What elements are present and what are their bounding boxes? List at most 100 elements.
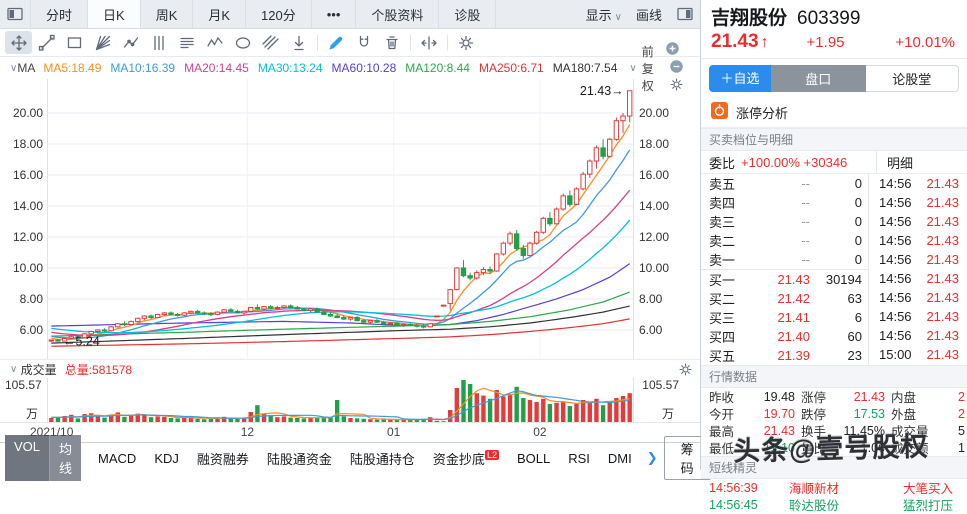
add-favorite-button[interactable]: ＋自选 — [709, 65, 771, 92]
ma-legend-items: MA5:18.49MA10:16.39MA20:14.45MA30:13.24M… — [43, 61, 626, 75]
market-field-value: 19.70 — [745, 407, 795, 421]
panel-toggle-left-icon[interactable] — [6, 5, 24, 23]
stock-name: 吉翔股份 — [711, 8, 787, 29]
trade-detail-row[interactable]: 14:5621.43 — [869, 231, 967, 250]
toolbar-separator — [447, 35, 448, 51]
trade-detail-row[interactable]: 14:5621.43 — [869, 212, 967, 231]
magnet-tool-icon[interactable] — [350, 31, 377, 54]
trash-tool-icon[interactable] — [378, 31, 405, 54]
trade-detail-row[interactable]: 14:5621.43 — [869, 288, 967, 307]
display-menu[interactable]: 显示∨ — [586, 5, 622, 24]
last-price: 21.43 — [711, 31, 759, 53]
trade-detail-row[interactable]: 14:5621.43 — [869, 174, 967, 193]
trade-detail-row[interactable]: 15:0021.43 — [869, 345, 967, 364]
order-book-levels: 卖五--0卖四--0卖三--0卖二--0卖一--0买一21.4330194买二2… — [701, 174, 869, 365]
more-indicators-arrow[interactable]: ❯ — [647, 450, 658, 466]
arrow-marker-tool-icon[interactable] — [285, 31, 312, 54]
indicator-tab-陆股通持仓[interactable]: 陆股通持仓 — [350, 449, 415, 468]
volume-chart[interactable] — [0, 378, 700, 422]
draw-line-button[interactable]: 画线 — [636, 5, 662, 24]
period-tab-周K[interactable]: 周K — [141, 0, 194, 28]
wave-tool-icon[interactable] — [201, 31, 228, 54]
kline-chart-area[interactable]: 6.006.008.008.0010.0010.0012.0012.0014.0… — [0, 79, 700, 359]
settings-tool-icon[interactable] — [452, 31, 479, 54]
zoom-in-icon[interactable] — [665, 41, 680, 56]
period-tab-分时[interactable]: 分时 — [31, 0, 88, 28]
ma-legend-item: MA20:14.45 — [184, 61, 249, 75]
period-tab-120分[interactable]: 120分 — [246, 0, 312, 28]
ellipse-tool-icon[interactable] — [229, 31, 256, 54]
ma-legend-title: MA — [17, 61, 35, 75]
order-book-row-卖二[interactable]: 卖二--0 — [701, 231, 868, 250]
period-tab-•••[interactable]: ••• — [312, 0, 357, 28]
order-book-row-买四[interactable]: 买四21.4060 — [701, 327, 868, 346]
segment-tool-icon[interactable] — [117, 31, 144, 54]
panel-toggle-right-icon[interactable] — [676, 5, 694, 23]
ma-line-MA20 — [51, 190, 629, 335]
tab-pankou[interactable]: 盘口 — [771, 65, 866, 92]
order-book-row-卖四[interactable]: 卖四--0 — [701, 193, 868, 212]
trade-detail-row[interactable]: 14:5621.43 — [869, 326, 967, 345]
order-book-row-买五[interactable]: 买五21.3923 — [701, 346, 868, 365]
trade-detail-row[interactable]: 14:5621.43 — [869, 193, 967, 212]
order-book-row-卖一[interactable]: 卖一--0 — [701, 250, 868, 269]
svg-text:6.00: 6.00 — [639, 323, 663, 337]
trendline-tool-icon[interactable] — [33, 31, 60, 54]
indicator-tab-KDJ[interactable]: KDJ — [154, 451, 179, 466]
hatch-tool-icon[interactable] — [257, 31, 284, 54]
trade-detail-row[interactable]: 14:5621.43 — [869, 307, 967, 326]
short-line-rows: 14:56:39海顺新材大笔买入14:56:45聆达股份猛烈打压 — [701, 479, 967, 513]
volume-total: 总量:581578 — [65, 361, 132, 378]
gear-icon[interactable] — [678, 362, 693, 377]
period-tab-个股资料[interactable]: 个股资料 — [356, 0, 439, 28]
order-book-row-买一[interactable]: 买一21.4330194 — [701, 269, 868, 289]
ma-legend-item: MA120:8.44 — [405, 61, 470, 75]
move-tool-icon[interactable] — [5, 31, 32, 54]
indicator-tab-资金抄底[interactable]: 资金抄底L2 — [433, 449, 499, 468]
indicator-tab-融资融券[interactable]: 融资融券 — [197, 449, 249, 468]
gann-fan-tool-icon[interactable] — [89, 31, 116, 54]
zoom-out-icon[interactable] — [669, 59, 684, 74]
ma-legend-item: MA10:16.39 — [110, 61, 175, 75]
period-tab-月K[interactable]: 月K — [193, 0, 246, 28]
commission-ratio-row: 委比 +100.00% +30346 明细 — [701, 151, 967, 174]
short-line-row[interactable]: 14:56:39海顺新材大笔买入 — [701, 479, 967, 496]
rect-tool-icon[interactable] — [61, 31, 88, 54]
indicator-tab-MACD[interactable]: MACD — [98, 451, 136, 466]
order-book-row-买二[interactable]: 买二21.4263 — [701, 289, 868, 308]
trade-detail-row[interactable]: 14:5621.43 — [869, 269, 967, 288]
date-tick: 01 — [387, 425, 400, 439]
date-axis: 2021/10120102 — [0, 422, 700, 442]
panel-tabs: ＋自选 盘口 论股堂 — [701, 59, 967, 99]
trade-detail-row[interactable]: 14:5621.43 — [869, 250, 967, 269]
market-field-value: 5 — [937, 424, 965, 438]
section-market-title: 行情数据 — [701, 365, 967, 388]
tab-forum[interactable]: 论股堂 — [866, 65, 960, 92]
chevron-down-icon[interactable]: ∨ — [10, 364, 17, 375]
indicator-tab-DMI[interactable]: DMI — [608, 451, 632, 466]
indicator-tab-陆股通资金[interactable]: 陆股通资金 — [267, 449, 332, 468]
width-adjust-tool-icon[interactable] — [415, 31, 442, 54]
indicator-tab-BOLL[interactable]: BOLL — [517, 451, 550, 466]
period-tab-诊股[interactable]: 诊股 — [439, 0, 496, 28]
vertical-lines-tool-icon[interactable] — [145, 31, 172, 54]
limit-up-analysis-row[interactable]: 涨停分析 — [701, 99, 967, 128]
market-data-row: 昨收19.48涨停21.43内盘2 — [701, 388, 967, 405]
stock-title: 吉翔股份603399 — [701, 0, 967, 30]
parallel-lines-tool-icon[interactable] — [173, 31, 200, 54]
ma-line-MA10 — [51, 150, 629, 338]
order-book-row-卖三[interactable]: 卖三--0 — [701, 212, 868, 231]
chevron-down-icon[interactable]: ∨ — [629, 63, 636, 74]
indicator-tab-RSI[interactable]: RSI — [568, 451, 590, 466]
chevron-down-icon[interactable]: ∨ — [10, 63, 17, 74]
order-book-row-买三[interactable]: 买三21.416 — [701, 308, 868, 327]
order-book-row-卖五[interactable]: 卖五--0 — [701, 174, 868, 193]
ma-legend-item: MA250:6.71 — [479, 61, 544, 75]
period-tab-日K[interactable]: 日K — [88, 0, 141, 28]
short-line-row[interactable]: 14:56:45聆达股份猛烈打压 — [701, 496, 967, 513]
pencil-tool-icon[interactable] — [322, 31, 349, 54]
kline-chart[interactable]: 6.006.008.008.0010.0010.0012.0012.0014.0… — [0, 79, 700, 359]
limit-up-analysis-label: 涨停分析 — [736, 103, 788, 122]
ma-legend-item: MA5:18.49 — [43, 61, 101, 75]
volume-chart-area[interactable]: 105.57 105.57 万 万 — [0, 378, 700, 422]
